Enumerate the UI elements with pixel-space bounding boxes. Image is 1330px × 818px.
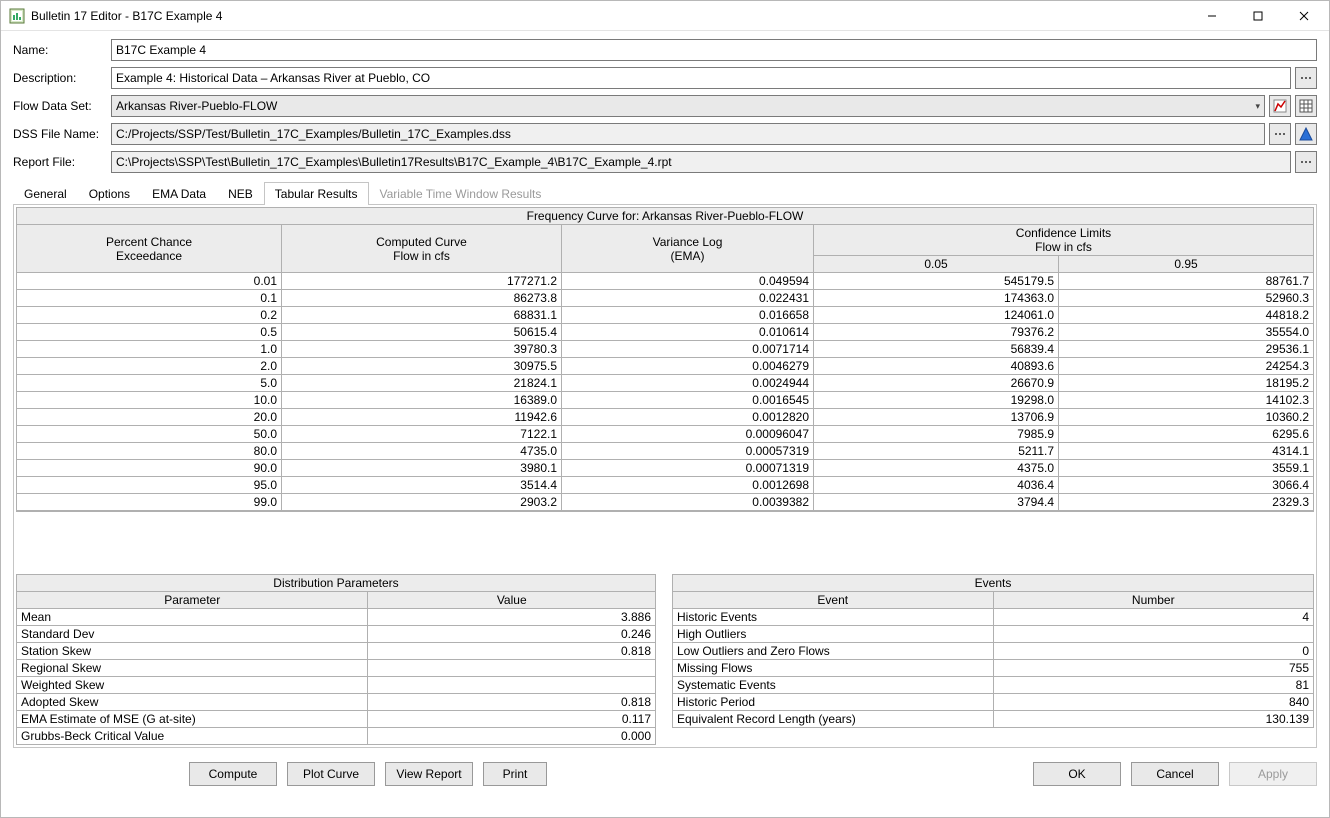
frequency-curve-panel: Frequency Curve for: Arkansas River-Pueb… [16, 207, 1314, 566]
events-title: Events [673, 575, 1314, 592]
table-row[interactable]: 80.04735.00.000573195211.74314.1 [17, 443, 1314, 460]
apply-button: Apply [1229, 762, 1317, 786]
table-row[interactable]: Station Skew0.818 [17, 643, 656, 660]
dssfile-label: DSS File Name: [13, 127, 111, 141]
close-button[interactable] [1281, 1, 1327, 31]
table-row[interactable]: 95.03514.40.00126984036.43066.4 [17, 477, 1314, 494]
ok-button[interactable]: OK [1033, 762, 1121, 786]
events-table: Events Event Number Historic Events4High… [672, 574, 1314, 728]
cancel-button[interactable]: Cancel [1131, 762, 1219, 786]
dialog-button-row: Compute Plot Curve View Report Print OK … [1, 752, 1329, 796]
app-icon [9, 8, 25, 24]
table-row[interactable]: 0.268831.10.016658124061.044818.2 [17, 307, 1314, 324]
table-row[interactable]: Adopted Skew0.818 [17, 694, 656, 711]
reportfile-browse-button[interactable] [1295, 151, 1317, 173]
col-conf-005: 0.05 [814, 256, 1059, 273]
tab-variable-time-window: Variable Time Window Results [369, 182, 553, 205]
table-row[interactable]: Systematic Events81 [673, 677, 1314, 694]
tab-panel-tabular-results: Frequency Curve for: Arkansas River-Pueb… [13, 205, 1317, 748]
tab-bar: General Options EMA Data NEB Tabular Res… [13, 181, 1317, 205]
table-row[interactable]: Missing Flows755 [673, 660, 1314, 677]
dialog-content: Name: Description: Flow Data Set: Arkans… [1, 31, 1329, 752]
col-value: Value [368, 592, 656, 609]
tab-options[interactable]: Options [78, 182, 141, 205]
chevron-down-icon: ▾ [1255, 101, 1260, 112]
window-title: Bulletin 17 Editor - B17C Example 4 [31, 9, 1189, 23]
table-row[interactable]: Weighted Skew [17, 677, 656, 694]
table-row[interactable]: Standard Dev0.246 [17, 626, 656, 643]
maximize-button[interactable] [1235, 1, 1281, 31]
col-number: Number [993, 592, 1314, 609]
flowdataset-value: Arkansas River-Pueblo-FLOW [116, 99, 277, 113]
col-parameter: Parameter [17, 592, 368, 609]
description-input[interactable] [111, 67, 1291, 89]
table-row[interactable]: High Outliers [673, 626, 1314, 643]
description-browse-button[interactable] [1295, 67, 1317, 89]
tab-ema-data[interactable]: EMA Data [141, 182, 217, 205]
table-row[interactable]: 1.039780.30.007171456839.429536.1 [17, 341, 1314, 358]
table-row[interactable]: Grubbs-Beck Critical Value0.000 [17, 728, 656, 745]
col-event: Event [673, 592, 994, 609]
table-row[interactable]: 5.021824.10.002494426670.918195.2 [17, 375, 1314, 392]
reportfile-label: Report File: [13, 155, 111, 169]
col-variance-log: Variance Log(EMA) [562, 225, 814, 273]
description-label: Description: [13, 71, 111, 85]
reportfile-input: C:\Projects\SSP\Test\Bulletin_17C_Exampl… [111, 151, 1291, 173]
name-label: Name: [13, 43, 111, 57]
tab-neb[interactable]: NEB [217, 182, 264, 205]
flow-plot-button[interactable] [1269, 95, 1291, 117]
table-row[interactable]: Low Outliers and Zero Flows0 [673, 643, 1314, 660]
dssfile-browse-button[interactable] [1269, 123, 1291, 145]
frequency-curve-table: Frequency Curve for: Arkansas River-Pueb… [16, 207, 1314, 511]
name-input[interactable] [111, 39, 1317, 61]
title-bar: Bulletin 17 Editor - B17C Example 4 [1, 1, 1329, 31]
table-row[interactable]: Equivalent Record Length (years)130.139 [673, 711, 1314, 728]
table-row[interactable]: 2.030975.50.004627940893.624254.3 [17, 358, 1314, 375]
table-row[interactable]: 10.016389.00.001654519298.014102.3 [17, 392, 1314, 409]
col-percent-chance: Percent ChanceExceedance [17, 225, 282, 273]
flowdataset-label: Flow Data Set: [13, 99, 111, 113]
table-row[interactable]: Regional Skew [17, 660, 656, 677]
table-row[interactable]: EMA Estimate of MSE (G at-site)0.117 [17, 711, 656, 728]
flow-table-button[interactable] [1295, 95, 1317, 117]
table-row[interactable]: 50.07122.10.000960477985.96295.6 [17, 426, 1314, 443]
print-button[interactable]: Print [483, 762, 547, 786]
frequency-curve-empty-area [16, 511, 1314, 566]
frequency-curve-title: Frequency Curve for: Arkansas River-Pueb… [17, 208, 1314, 225]
tab-tabular-results[interactable]: Tabular Results [264, 182, 369, 205]
dssfile-input: C:/Projects/SSP/Test/Bulletin_17C_Exampl… [111, 123, 1265, 145]
table-row[interactable]: 0.01177271.20.049594545179.588761.7 [17, 273, 1314, 290]
table-row[interactable]: 0.550615.40.01061479376.235554.0 [17, 324, 1314, 341]
view-report-button[interactable]: View Report [385, 762, 473, 786]
distribution-parameters-table: Distribution Parameters Parameter Value … [16, 574, 656, 745]
table-row[interactable]: Historic Period840 [673, 694, 1314, 711]
tab-general[interactable]: General [13, 182, 78, 205]
table-row[interactable]: 20.011942.60.001282013706.910360.2 [17, 409, 1314, 426]
table-row[interactable]: Mean3.886 [17, 609, 656, 626]
table-row[interactable]: 99.02903.20.00393823794.42329.3 [17, 494, 1314, 511]
table-row[interactable]: Historic Events4 [673, 609, 1314, 626]
compute-button[interactable]: Compute [189, 762, 277, 786]
table-row[interactable]: 0.186273.80.022431174363.052960.3 [17, 290, 1314, 307]
flowdataset-dropdown[interactable]: Arkansas River-Pueblo-FLOW ▾ [111, 95, 1265, 117]
table-row[interactable]: 90.03980.10.000713194375.03559.1 [17, 460, 1314, 477]
col-conf-095: 0.95 [1059, 256, 1314, 273]
minimize-button[interactable] [1189, 1, 1235, 31]
distribution-parameters-title: Distribution Parameters [17, 575, 656, 592]
col-confidence-limits: Confidence LimitsFlow in cfs [814, 225, 1314, 256]
dss-pdf-button[interactable] [1295, 123, 1317, 145]
col-computed-curve: Computed CurveFlow in cfs [282, 225, 562, 273]
plot-curve-button[interactable]: Plot Curve [287, 762, 375, 786]
